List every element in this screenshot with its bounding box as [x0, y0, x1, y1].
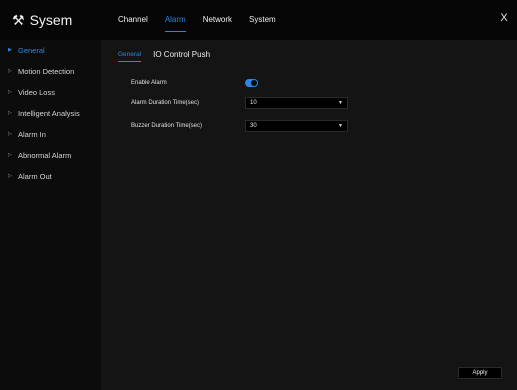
enable-alarm-row: Enable Alarm	[131, 77, 258, 89]
apply-button[interactable]: Apply	[458, 367, 502, 379]
caret-right-icon: ▷	[8, 131, 12, 137]
alarm-duration-label: Alarm Duration Time(sec)	[131, 100, 200, 106]
caret-right-icon: ▷	[8, 110, 12, 116]
buzzer-duration-row: Buzzer Duration Time(sec) 30 ▼	[131, 120, 348, 132]
app-logo: ⚒ Sysem	[12, 9, 72, 31]
caret-right-icon: ▶	[8, 47, 12, 53]
tab-channel[interactable]: Channel	[118, 0, 148, 40]
alarm-duration-row: Alarm Duration Time(sec) 10 ▼	[131, 97, 348, 109]
app-title: Sysem	[29, 12, 73, 28]
chevron-down-icon: ▼	[338, 123, 343, 129]
caret-right-icon: ▷	[8, 152, 12, 158]
sidebar-item-alarm-out[interactable]: ▷ Alarm Out	[0, 166, 101, 187]
tools-icon: ⚒	[12, 12, 25, 28]
sidebar-item-label: Alarm In	[18, 130, 46, 139]
sidebar-item-intelligent-analysis[interactable]: ▷ Intelligent Analysis	[0, 103, 101, 124]
sidebar-item-abnormal-alarm[interactable]: ▷ Abnormal Alarm	[0, 145, 101, 166]
subtab-io-control-push[interactable]: IO Control Push	[153, 50, 210, 62]
subtab-general[interactable]: General	[118, 51, 142, 62]
sidebar-item-label: Motion Detection	[18, 67, 75, 76]
sidebar-item-label: Video Loss	[18, 88, 55, 97]
top-bar: ⚒ Sysem Channel Alarm Network System X	[0, 0, 517, 40]
buzzer-duration-select[interactable]: 30 ▼	[245, 120, 348, 132]
sidebar-item-label: General	[18, 46, 45, 55]
sub-tabs: General IO Control Push	[118, 50, 210, 62]
chevron-down-icon: ▼	[338, 100, 343, 106]
main-panel: General IO Control Push Enable Alarm Ala…	[101, 40, 517, 390]
sidebar-item-label: Abnormal Alarm	[18, 151, 72, 160]
tab-alarm[interactable]: Alarm	[164, 0, 186, 40]
tab-system[interactable]: System	[249, 0, 276, 40]
sidebar: ▶ General ▷ Motion Detection ▷ Video Los…	[0, 40, 101, 390]
sidebar-item-motion-detection[interactable]: ▷ Motion Detection	[0, 61, 101, 82]
main-nav: Channel Alarm Network System	[118, 0, 293, 40]
close-icon: X	[500, 12, 508, 24]
enable-alarm-label: Enable Alarm	[131, 80, 167, 86]
tab-network[interactable]: Network	[203, 0, 232, 40]
enable-alarm-toggle[interactable]	[245, 79, 258, 87]
sidebar-item-alarm-in[interactable]: ▷ Alarm In	[0, 124, 101, 145]
alarm-duration-select[interactable]: 10 ▼	[245, 97, 348, 109]
caret-right-icon: ▷	[8, 89, 12, 95]
sidebar-item-label: Alarm Out	[18, 172, 52, 181]
caret-right-icon: ▷	[8, 173, 12, 179]
buzzer-duration-value: 30	[250, 123, 257, 129]
caret-right-icon: ▷	[8, 68, 12, 74]
sidebar-item-video-loss[interactable]: ▷ Video Loss	[0, 82, 101, 103]
sidebar-item-general[interactable]: ▶ General	[0, 40, 101, 61]
buzzer-duration-label: Buzzer Duration Time(sec)	[131, 123, 203, 129]
alarm-duration-value: 10	[250, 100, 257, 106]
close-button[interactable]: X	[497, 9, 511, 27]
sidebar-item-label: Intelligent Analysis	[18, 109, 80, 118]
